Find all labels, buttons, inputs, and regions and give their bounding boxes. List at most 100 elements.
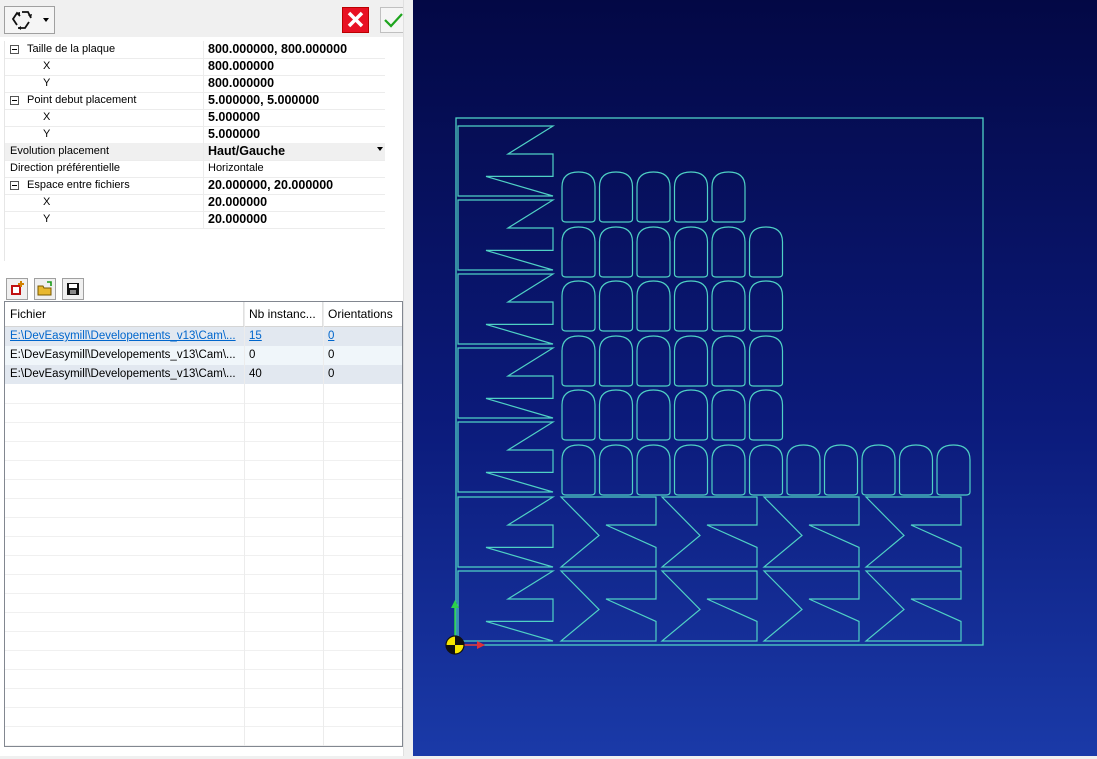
property-value[interactable]: 800.000000 — [208, 75, 385, 92]
chevron-down-icon[interactable] — [377, 147, 383, 151]
part-arch — [598, 171, 634, 223]
column-header-file[interactable]: Fichier — [5, 302, 244, 326]
save-list-button[interactable] — [62, 278, 84, 300]
nest-button[interactable] — [4, 6, 40, 34]
close-icon — [347, 11, 364, 28]
empty-row — [5, 650, 402, 670]
property-value[interactable]: Haut/Gauche — [208, 143, 385, 160]
cell-orient[interactable]: 0 — [323, 327, 402, 346]
cell-count[interactable]: 15 — [244, 327, 323, 346]
property-divider[interactable] — [203, 160, 204, 177]
cad-viewport[interactable] — [413, 0, 1097, 756]
property-divider[interactable] — [203, 126, 204, 143]
property-row[interactable]: Espace entre fichiers 20.000000, 20.00000… — [5, 177, 385, 195]
property-value[interactable]: 5.000000 — [208, 126, 385, 143]
property-divider[interactable] — [203, 41, 204, 58]
property-row[interactable]: Y 20.000000 — [5, 211, 385, 229]
part-flag — [762, 570, 860, 642]
part-flag — [457, 496, 556, 568]
collapse-icon[interactable] — [10, 96, 19, 105]
part-arch — [748, 280, 784, 332]
part-arch — [673, 335, 709, 387]
property-value[interactable]: 5.000000, 5.000000 — [208, 92, 385, 109]
property-value[interactable]: 800.000000 — [208, 58, 385, 75]
cell-file: E:\DevEasymill\Developements_v13\Cam\... — [10, 368, 236, 380]
top-toolbar — [0, 0, 406, 37]
property-divider[interactable] — [203, 177, 204, 194]
part-arch — [711, 389, 746, 441]
column-header-count[interactable]: Nb instanc... — [244, 302, 323, 326]
property-row[interactable]: X 800.000000 — [5, 58, 385, 76]
part-flag — [457, 199, 556, 271]
property-grid: Taille de la plaque 800.000000, 800.00000… — [4, 41, 385, 261]
property-row[interactable]: X 5.000000 — [5, 109, 385, 127]
collapse-icon[interactable] — [10, 45, 19, 54]
part-arch — [673, 389, 709, 441]
part-arch — [636, 444, 671, 496]
table-row[interactable]: E:\DevEasymill\Developements_v13\Cam\...… — [5, 365, 402, 384]
table-row[interactable]: E:\DevEasymill\Developements_v13\Cam\...… — [5, 346, 402, 365]
empty-row — [5, 422, 402, 442]
property-value[interactable]: 20.000000 — [208, 211, 385, 228]
part-arch — [598, 444, 634, 496]
property-row[interactable]: X 20.000000 — [5, 194, 385, 212]
property-name-cell: X — [5, 109, 203, 126]
property-name-cell: Point debut placement — [5, 92, 203, 109]
add-file-button[interactable] — [6, 278, 28, 300]
property-divider[interactable] — [203, 211, 204, 228]
property-row[interactable]: Taille de la plaque 800.000000, 800.00000… — [5, 41, 385, 59]
add-file-icon — [11, 281, 24, 295]
part-flag — [660, 496, 758, 568]
empty-row — [5, 688, 402, 708]
part-arch — [598, 226, 634, 278]
cell-count: 0 — [249, 349, 256, 361]
collapse-icon[interactable] — [10, 181, 19, 190]
part-arch — [711, 335, 746, 387]
part-arch — [748, 226, 784, 278]
cancel-button[interactable] — [342, 7, 369, 33]
part-arch — [561, 171, 596, 223]
property-divider[interactable] — [203, 109, 204, 126]
check-icon — [384, 13, 403, 28]
property-divider[interactable] — [203, 92, 204, 109]
cell-count: 40 — [249, 368, 262, 380]
property-row[interactable]: Y 5.000000 — [5, 126, 385, 144]
part-arch — [636, 226, 671, 278]
nest-dropdown-button[interactable] — [38, 6, 55, 34]
part-arch — [636, 335, 671, 387]
empty-row — [5, 479, 402, 499]
property-label: Y — [43, 128, 51, 140]
property-value[interactable]: 5.000000 — [208, 109, 385, 126]
part-flag — [457, 125, 556, 197]
property-row[interactable]: Y 800.000000 — [5, 75, 385, 93]
property-row[interactable]: Direction préférentielle Horizontale — [5, 160, 385, 178]
empty-row — [5, 726, 402, 746]
property-divider[interactable] — [203, 194, 204, 211]
open-file-button[interactable] — [34, 278, 56, 300]
chevron-down-icon — [43, 18, 49, 22]
property-divider[interactable] — [203, 75, 204, 92]
property-label: Direction préférentielle — [10, 162, 121, 174]
table-row[interactable]: E:\DevEasymill\Developements_v13\Cam\...… — [5, 327, 402, 346]
empty-row — [5, 707, 402, 727]
part-arch — [673, 280, 709, 332]
part-arch — [561, 389, 596, 441]
property-row[interactable]: Point debut placement 5.000000, 5.000000 — [5, 92, 385, 110]
property-value[interactable]: Horizontale — [208, 160, 385, 177]
property-row[interactable]: Evolution placement Haut/Gauche — [5, 143, 385, 161]
part-arch — [561, 335, 596, 387]
part-arch — [673, 444, 709, 496]
part-arch — [636, 171, 671, 223]
property-value[interactable]: 20.000000 — [208, 194, 385, 211]
property-value[interactable]: 20.000000, 20.000000 — [208, 177, 385, 194]
part-flag — [457, 421, 556, 493]
empty-row — [5, 460, 402, 480]
property-divider[interactable] — [203, 143, 204, 160]
empty-row — [5, 403, 402, 423]
part-arch — [711, 226, 746, 278]
property-value[interactable]: 800.000000, 800.000000 — [208, 41, 385, 58]
cell-file[interactable]: E:\DevEasymill\Developements_v13\Cam\... — [5, 327, 244, 346]
files-toolbar — [0, 276, 403, 301]
column-header-orientations[interactable]: Orientations — [323, 302, 402, 326]
property-divider[interactable] — [203, 58, 204, 75]
